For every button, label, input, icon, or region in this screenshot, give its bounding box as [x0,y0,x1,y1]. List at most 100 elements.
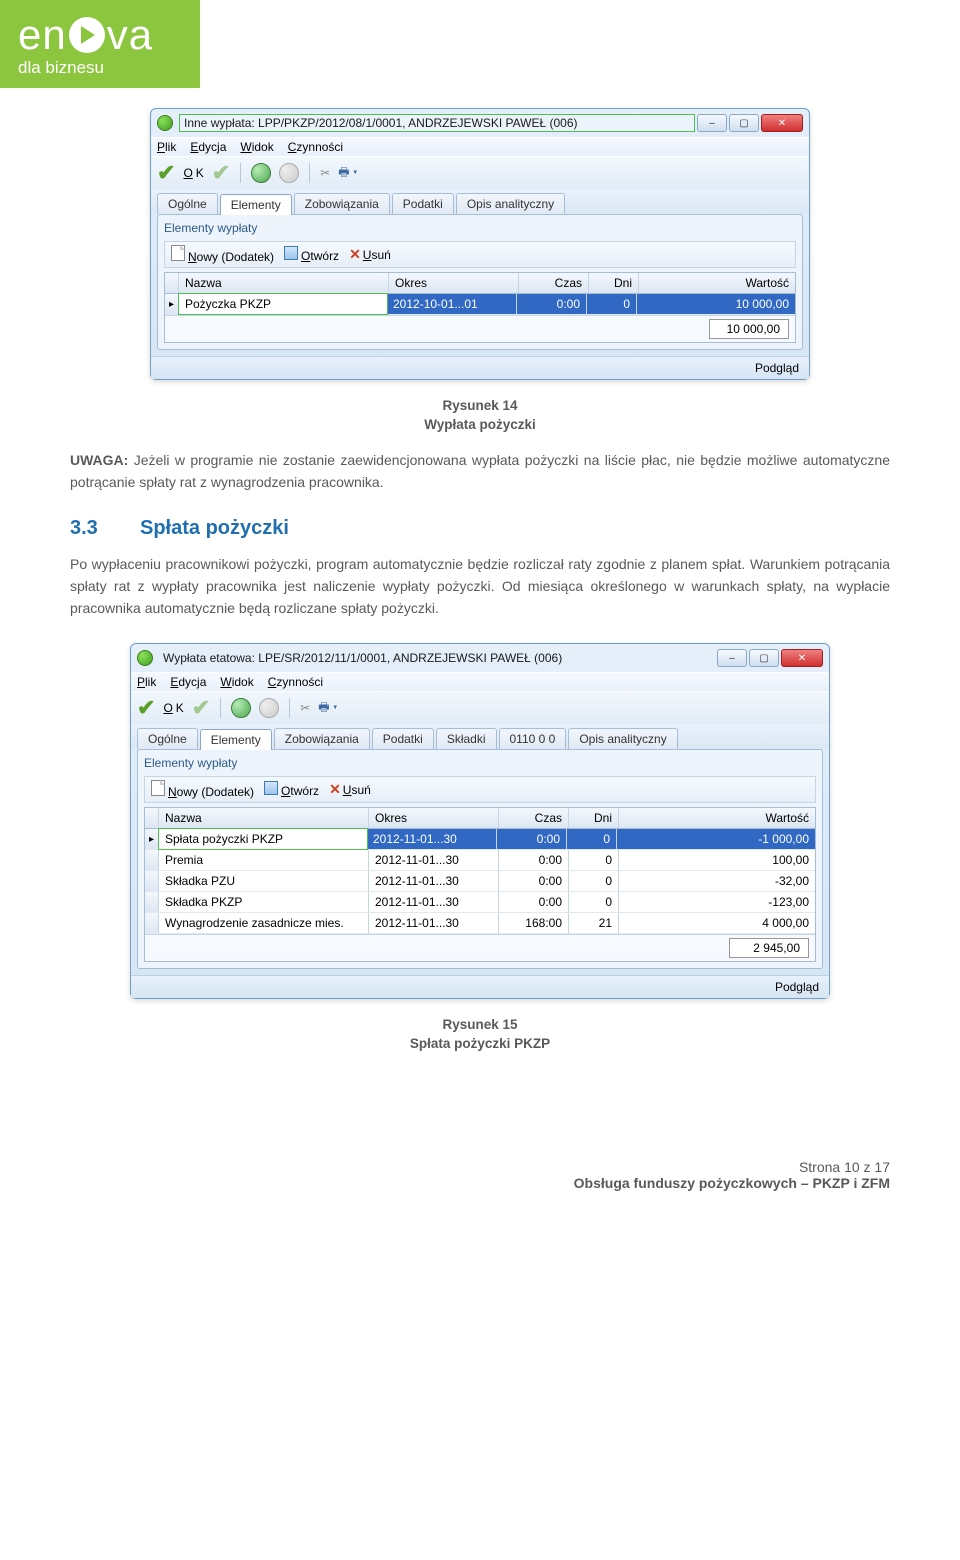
delete-icon: ✕ [349,246,361,262]
cell-nazwa: Składka PKZP [159,892,369,912]
cell-czas: 0:00 [497,829,567,849]
table-row[interactable]: Składka PZU2012-11-01...300:000-32,00 [145,871,815,892]
minimize-button[interactable]: – [717,649,747,667]
cell-nazwa: Składka PZU [159,871,369,891]
dropdown-icon[interactable]: 🖶 ▾ [338,163,357,184]
col-nazwa[interactable]: Nazwa [159,808,369,828]
delete-icon: ✕ [329,781,341,797]
new-button[interactable]: Nowy (Dodatek) [151,780,254,799]
col-wartosc[interactable]: Wartość [639,273,795,293]
row-indicator-icon [145,871,159,891]
menu-czynnosci[interactable]: Czynności [268,675,323,689]
cell-nazwa: Pożyczka PKZP [178,293,388,315]
window-loan-payout: Inne wypłata: LPP/PKZP/2012/08/1/0001, A… [150,108,810,380]
menu-edycja[interactable]: Edycja [170,675,206,689]
nav-back-button[interactable] [251,163,271,183]
col-dni[interactable]: Dni [589,273,639,293]
cell-wartosc: -1 000,00 [617,829,815,849]
nav-forward-button[interactable] [259,698,279,718]
cell-nazwa: Spłata pożyczki PKZP [158,828,368,850]
document-icon [151,780,165,796]
figure-subcaption: Spłata pożyczki PKZP [70,1036,890,1051]
open-icon [264,781,278,795]
delete-button[interactable]: ✕Usuń [349,246,391,263]
cell-wartosc: 10 000,00 [637,294,795,314]
col-okres[interactable]: Okres [369,808,499,828]
maximize-button[interactable]: ▢ [749,649,779,667]
col-czas[interactable]: Czas [519,273,589,293]
grid-loan: Nazwa Okres Czas Dni Wartość ▸ Pożyczka … [164,272,796,343]
menu-czynnosci[interactable]: Czynności [288,140,343,154]
delete-button[interactable]: ✕Usuń [329,781,371,798]
tab-ogolne[interactable]: Ogólne [157,193,218,214]
ok-check-icon-alt: ✔ [212,160,230,186]
tab-opis[interactable]: Opis analityczny [568,728,677,749]
menu-plik[interactable]: Plik [157,140,176,154]
cell-okres: 2012-11-01...30 [369,913,499,933]
nav-forward-button[interactable] [279,163,299,183]
col-dni[interactable]: Dni [569,808,619,828]
table-row[interactable]: Wynagrodzenie zasadnicze mies.2012-11-01… [145,913,815,934]
grid-total: 2 945,00 [729,938,809,958]
open-button[interactable]: Otwórz [264,781,319,798]
table-row[interactable]: ▸ Pożyczka PKZP 2012-10-01...01 0:00 0 1… [165,294,795,315]
figure-caption: Rysunek 14 [70,398,890,413]
row-indicator-icon [145,892,159,912]
menu-edycja[interactable]: Edycja [190,140,226,154]
menu-plik[interactable]: Plik [137,675,156,689]
cell-dni: 0 [587,294,637,314]
ok-button[interactable]: OK [163,701,183,715]
tab-podatki[interactable]: Podatki [372,728,434,749]
close-button[interactable]: ✕ [761,114,803,132]
col-okres[interactable]: Okres [389,273,519,293]
ok-check-icon[interactable]: ✔ [157,160,175,186]
brand-logo: en va dla biznesu [0,0,200,88]
open-button[interactable]: Otwórz [284,246,339,263]
tools-icon[interactable]: ✂ [320,166,330,180]
tab-zobowiazania[interactable]: Zobowiązania [274,728,370,749]
col-wartosc[interactable]: Wartość [619,808,815,828]
maximize-button[interactable]: ▢ [729,114,759,132]
row-indicator-icon: ▸ [165,294,179,314]
figure-subcaption: Wypłata pożyczki [70,417,890,432]
page-number: Strona 10 z 17 [70,1159,890,1175]
table-row[interactable]: ▸Spłata pożyczki PKZP2012-11-01...300:00… [145,829,815,850]
nav-back-button[interactable] [231,698,251,718]
logo-part-b: va [107,14,153,56]
table-row[interactable]: Premia2012-11-01...300:000100,00 [145,850,815,871]
play-icon [69,17,105,53]
col-czas[interactable]: Czas [499,808,569,828]
ok-check-icon-alt: ✔ [192,695,210,721]
tab-code[interactable]: 0110 0 0 [499,728,567,749]
open-icon [284,246,298,260]
row-indicator-icon: ▸ [145,829,159,849]
minimize-button[interactable]: – [697,114,727,132]
new-button[interactable]: Nowy (Dodatek) [171,245,274,264]
ok-button[interactable]: OK [183,166,203,180]
note-paragraph: UWAGA: Jeżeli w programie nie zostanie z… [70,450,890,493]
app-icon [157,115,173,131]
group-title: Elementy wypłaty [144,756,816,770]
cell-okres: 2012-11-01...30 [369,871,499,891]
cell-czas: 0:00 [499,892,569,912]
ok-check-icon[interactable]: ✔ [137,695,155,721]
dropdown-icon[interactable]: 🖶 ▾ [318,698,337,719]
tools-icon[interactable]: ✂ [300,701,310,715]
tab-podatki[interactable]: Podatki [392,193,454,214]
cell-dni: 0 [569,850,619,870]
status-podglad[interactable]: Podgląd [755,361,799,375]
tab-skladki[interactable]: Składki [436,728,497,749]
tab-elementy[interactable]: Elementy [220,194,292,215]
tab-ogolne[interactable]: Ogólne [137,728,198,749]
menu-widok[interactable]: Widok [240,140,273,154]
tab-zobowiazania[interactable]: Zobowiązania [294,193,390,214]
status-podglad[interactable]: Podgląd [775,980,819,994]
tab-elementy[interactable]: Elementy [200,729,272,750]
menu-widok[interactable]: Widok [220,675,253,689]
col-nazwa[interactable]: Nazwa [179,273,389,293]
tab-opis[interactable]: Opis analityczny [456,193,565,214]
cell-dni: 0 [569,871,619,891]
table-row[interactable]: Składka PKZP2012-11-01...300:000-123,00 [145,892,815,913]
close-button[interactable]: ✕ [781,649,823,667]
grid-salary: Nazwa Okres Czas Dni Wartość ▸Spłata poż… [144,807,816,962]
